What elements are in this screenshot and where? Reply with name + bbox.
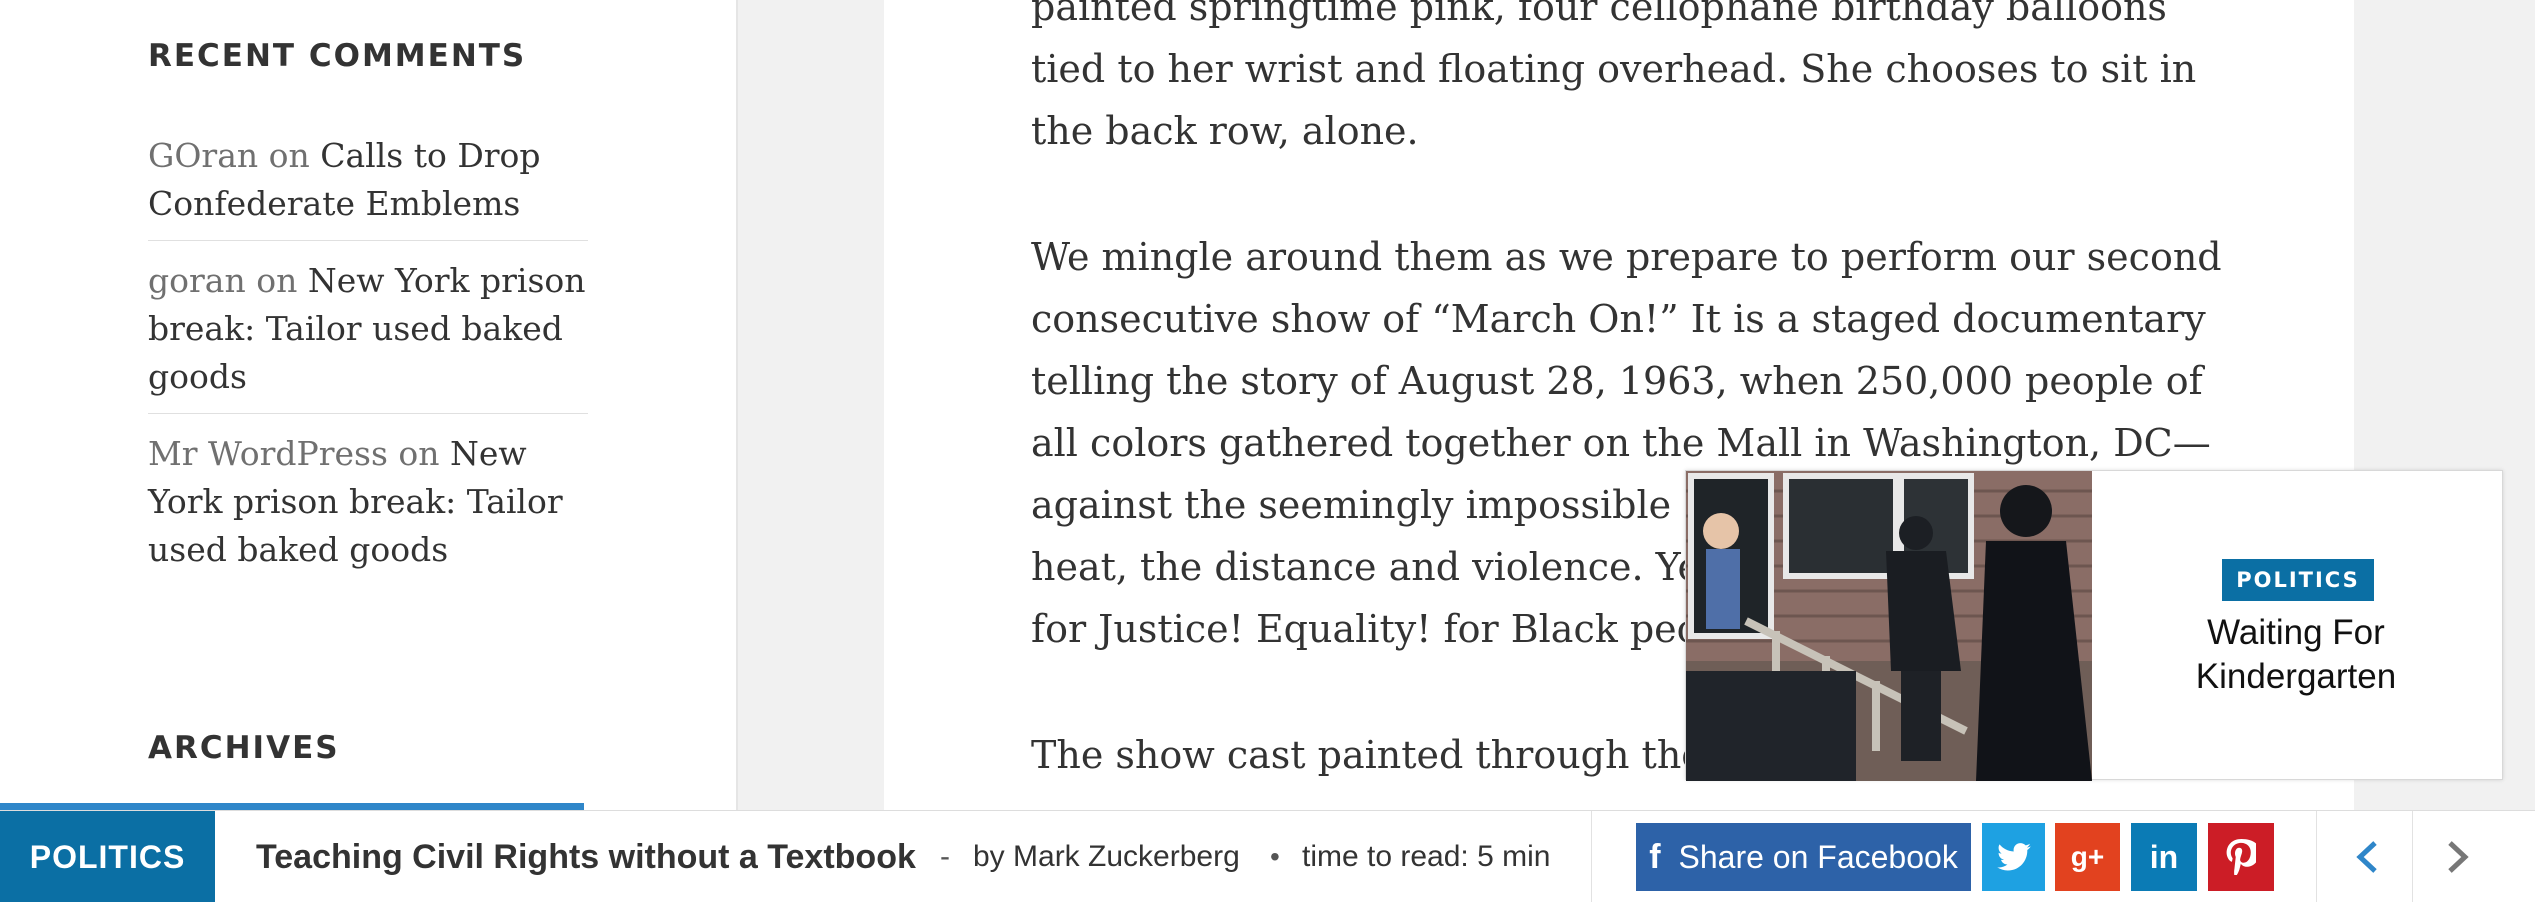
article-author: by Mark Zuckerberg <box>973 840 1240 873</box>
share-facebook-button[interactable]: f Share on Facebook <box>1636 823 1971 891</box>
linkedin-icon: in <box>2149 838 2179 875</box>
chevron-left-icon <box>2356 841 2377 873</box>
divider <box>2316 811 2317 902</box>
chevron-right-icon <box>2448 841 2469 873</box>
googleplus-icon: g+ <box>2070 841 2105 872</box>
share-pinterest-button[interactable] <box>2208 823 2274 891</box>
recent-comments-title: RECENT COMMENTS <box>148 38 527 74</box>
separator-dot: • <box>1270 841 1280 872</box>
share-facebook-label: Share on Facebook <box>1678 838 1958 875</box>
previous-article-button[interactable] <box>2327 811 2407 902</box>
comment-on: on <box>268 136 310 175</box>
recommended-article-popup[interactable]: POLITICS Waiting For Kindergarten <box>1685 470 2503 781</box>
comment-on: on <box>398 434 440 473</box>
popup-category-badge[interactable]: POLITICS <box>2222 559 2374 601</box>
current-article-title: Teaching Civil Rights without a Textbook <box>256 838 916 876</box>
pinterest-icon <box>2226 839 2256 875</box>
share-linkedin-button[interactable]: in <box>2131 823 2197 891</box>
read-time: time to read: 5 min <box>1302 840 1551 873</box>
category-badge[interactable]: POLITICS <box>0 811 215 902</box>
separator-dash: - <box>940 840 950 873</box>
comment-author: goran <box>148 261 246 300</box>
sticky-article-bar: POLITICS Teaching Civil Rights without a… <box>0 810 2535 902</box>
popup-article-title[interactable]: Waiting For Kindergarten <box>2116 611 2476 699</box>
divider <box>2412 811 2413 902</box>
news-photo-icon[interactable] <box>1686 471 2092 781</box>
comment-item: GOran on Calls to Drop Confederate Emble… <box>148 130 588 241</box>
comment-on: on <box>256 261 298 300</box>
share-twitter-button[interactable] <box>1982 823 2045 891</box>
comment-item: Mr WordPress on New York prison break: T… <box>148 428 588 586</box>
twitter-icon <box>1996 843 2031 871</box>
share-googleplus-button[interactable]: g+ <box>2055 823 2120 891</box>
archives-title: ARCHIVES <box>148 730 340 766</box>
article-paragraph: painted springtime pink, four cellophane… <box>1031 0 2197 153</box>
comment-author: GOran <box>148 136 259 175</box>
next-article-button[interactable] <box>2418 811 2498 902</box>
comment-author[interactable]: Mr WordPress <box>148 434 388 473</box>
recent-comments-list: GOran on Calls to Drop Confederate Emble… <box>148 130 588 600</box>
comment-item: goran on New York prison break: Tailor u… <box>148 255 588 414</box>
facebook-icon: f <box>1649 837 1661 876</box>
divider <box>1591 811 1592 902</box>
sidebar: RECENT COMMENTS GOran on Calls to Drop C… <box>0 0 738 902</box>
